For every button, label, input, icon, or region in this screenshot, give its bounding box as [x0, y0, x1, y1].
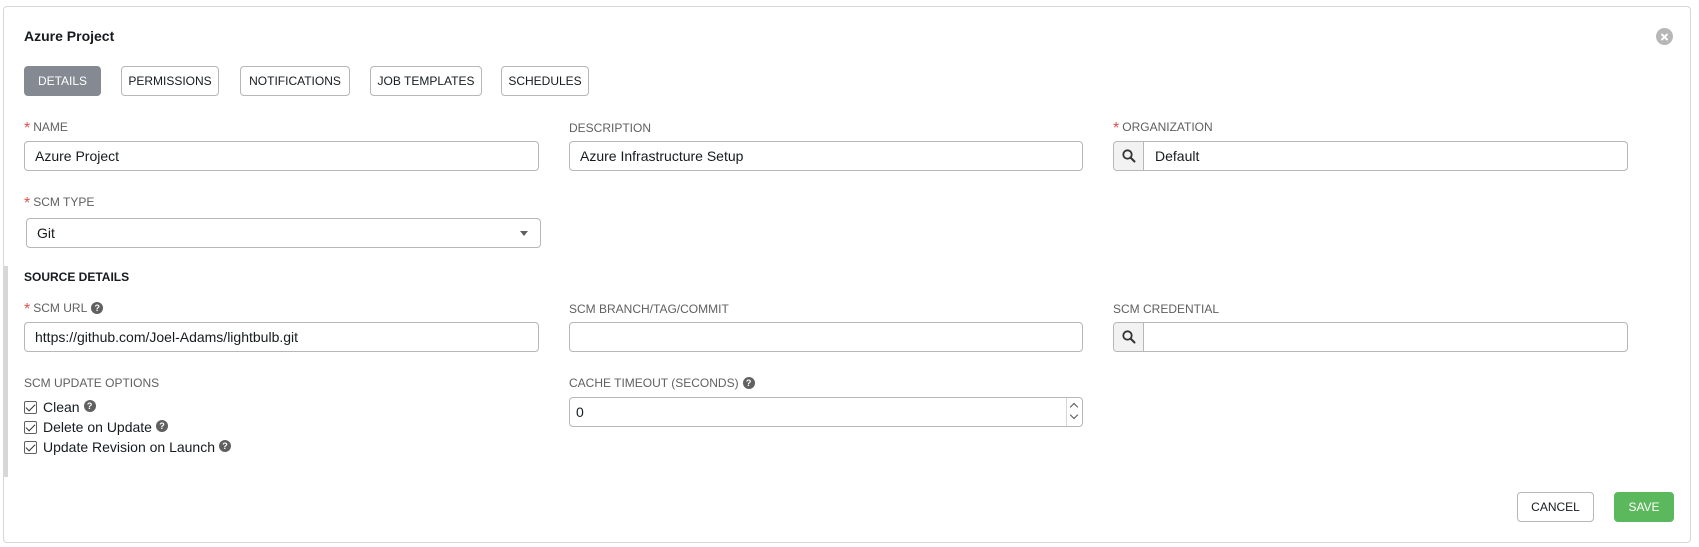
- tab-details[interactable]: DETAILS: [24, 66, 101, 96]
- tab-job-templates[interactable]: JOB TEMPLATES: [370, 66, 482, 96]
- name-label: * NAME: [24, 120, 68, 137]
- scm-type-select[interactable]: Git: [26, 218, 541, 248]
- scm-type-label: * SCM TYPE: [24, 195, 95, 212]
- delete-on-update-option[interactable]: Delete on Update ?: [24, 418, 168, 436]
- tab-permissions[interactable]: PERMISSIONS: [121, 66, 219, 96]
- search-icon[interactable]: [1114, 323, 1144, 351]
- tab-notifications[interactable]: NOTIFICATIONS: [240, 66, 350, 96]
- delete-on-update-label: Delete on Update: [43, 419, 152, 435]
- panel-side-bar: [3, 266, 8, 477]
- update-revision-label: Update Revision on Launch: [43, 439, 216, 455]
- source-details-heading: SOURCE DETAILS: [24, 270, 130, 284]
- tab-schedules[interactable]: SCHEDULES: [501, 66, 589, 96]
- required-marker: *: [1113, 120, 1120, 137]
- form-title: Azure Project: [24, 28, 115, 44]
- scm-update-options-label: SCM UPDATE OPTIONS: [24, 376, 160, 390]
- update-revision-option[interactable]: Update Revision on Launch ?: [24, 438, 232, 456]
- update-revision-checkbox[interactable]: [24, 440, 37, 454]
- chevron-down-icon: [520, 231, 528, 236]
- help-icon[interactable]: ?: [83, 400, 96, 412]
- close-icon[interactable]: [1656, 28, 1673, 45]
- cache-timeout-label: CACHE TIMEOUT (SECONDS)?: [569, 376, 755, 390]
- clean-label: Clean: [43, 399, 80, 415]
- scm-credential-lookup[interactable]: [1113, 322, 1628, 352]
- required-marker: *: [24, 195, 31, 212]
- number-stepper[interactable]: [1066, 398, 1082, 426]
- cancel-button[interactable]: CANCEL: [1517, 492, 1594, 522]
- required-marker: *: [24, 301, 31, 318]
- organization-value: Default: [1155, 148, 1200, 164]
- delete-on-update-checkbox[interactable]: [24, 420, 37, 434]
- description-field[interactable]: Azure Infrastructure Setup: [569, 141, 1083, 171]
- description-label: DESCRIPTION: [569, 121, 652, 135]
- cache-timeout-field[interactable]: 0: [569, 397, 1083, 427]
- help-icon[interactable]: ?: [742, 376, 755, 389]
- clean-checkbox[interactable]: [24, 400, 37, 414]
- cache-timeout-value: 0: [576, 404, 584, 420]
- chevron-down-icon[interactable]: [1069, 410, 1079, 420]
- organization-lookup[interactable]: Default: [1113, 141, 1628, 171]
- scm-branch-label: SCM BRANCH/TAG/COMMIT: [569, 302, 729, 316]
- scm-type-value: Git: [37, 225, 55, 241]
- scm-credential-label: SCM CREDENTIAL: [1113, 302, 1220, 316]
- scm-url-label: * SCM URL?: [24, 299, 104, 318]
- scm-url-field[interactable]: https://github.com/Joel-Adams/lightbulb.…: [24, 322, 539, 352]
- search-icon[interactable]: [1114, 142, 1144, 170]
- help-icon[interactable]: ?: [219, 440, 232, 452]
- help-icon[interactable]: ?: [91, 301, 104, 314]
- help-icon[interactable]: ?: [155, 420, 168, 432]
- name-field[interactable]: Azure Project: [24, 141, 539, 171]
- scm-branch-field[interactable]: [569, 322, 1083, 352]
- required-marker: *: [24, 120, 31, 137]
- clean-option[interactable]: Clean ?: [24, 398, 96, 416]
- save-button[interactable]: SAVE: [1614, 492, 1674, 522]
- organization-label: * ORGANIZATION: [1113, 120, 1213, 137]
